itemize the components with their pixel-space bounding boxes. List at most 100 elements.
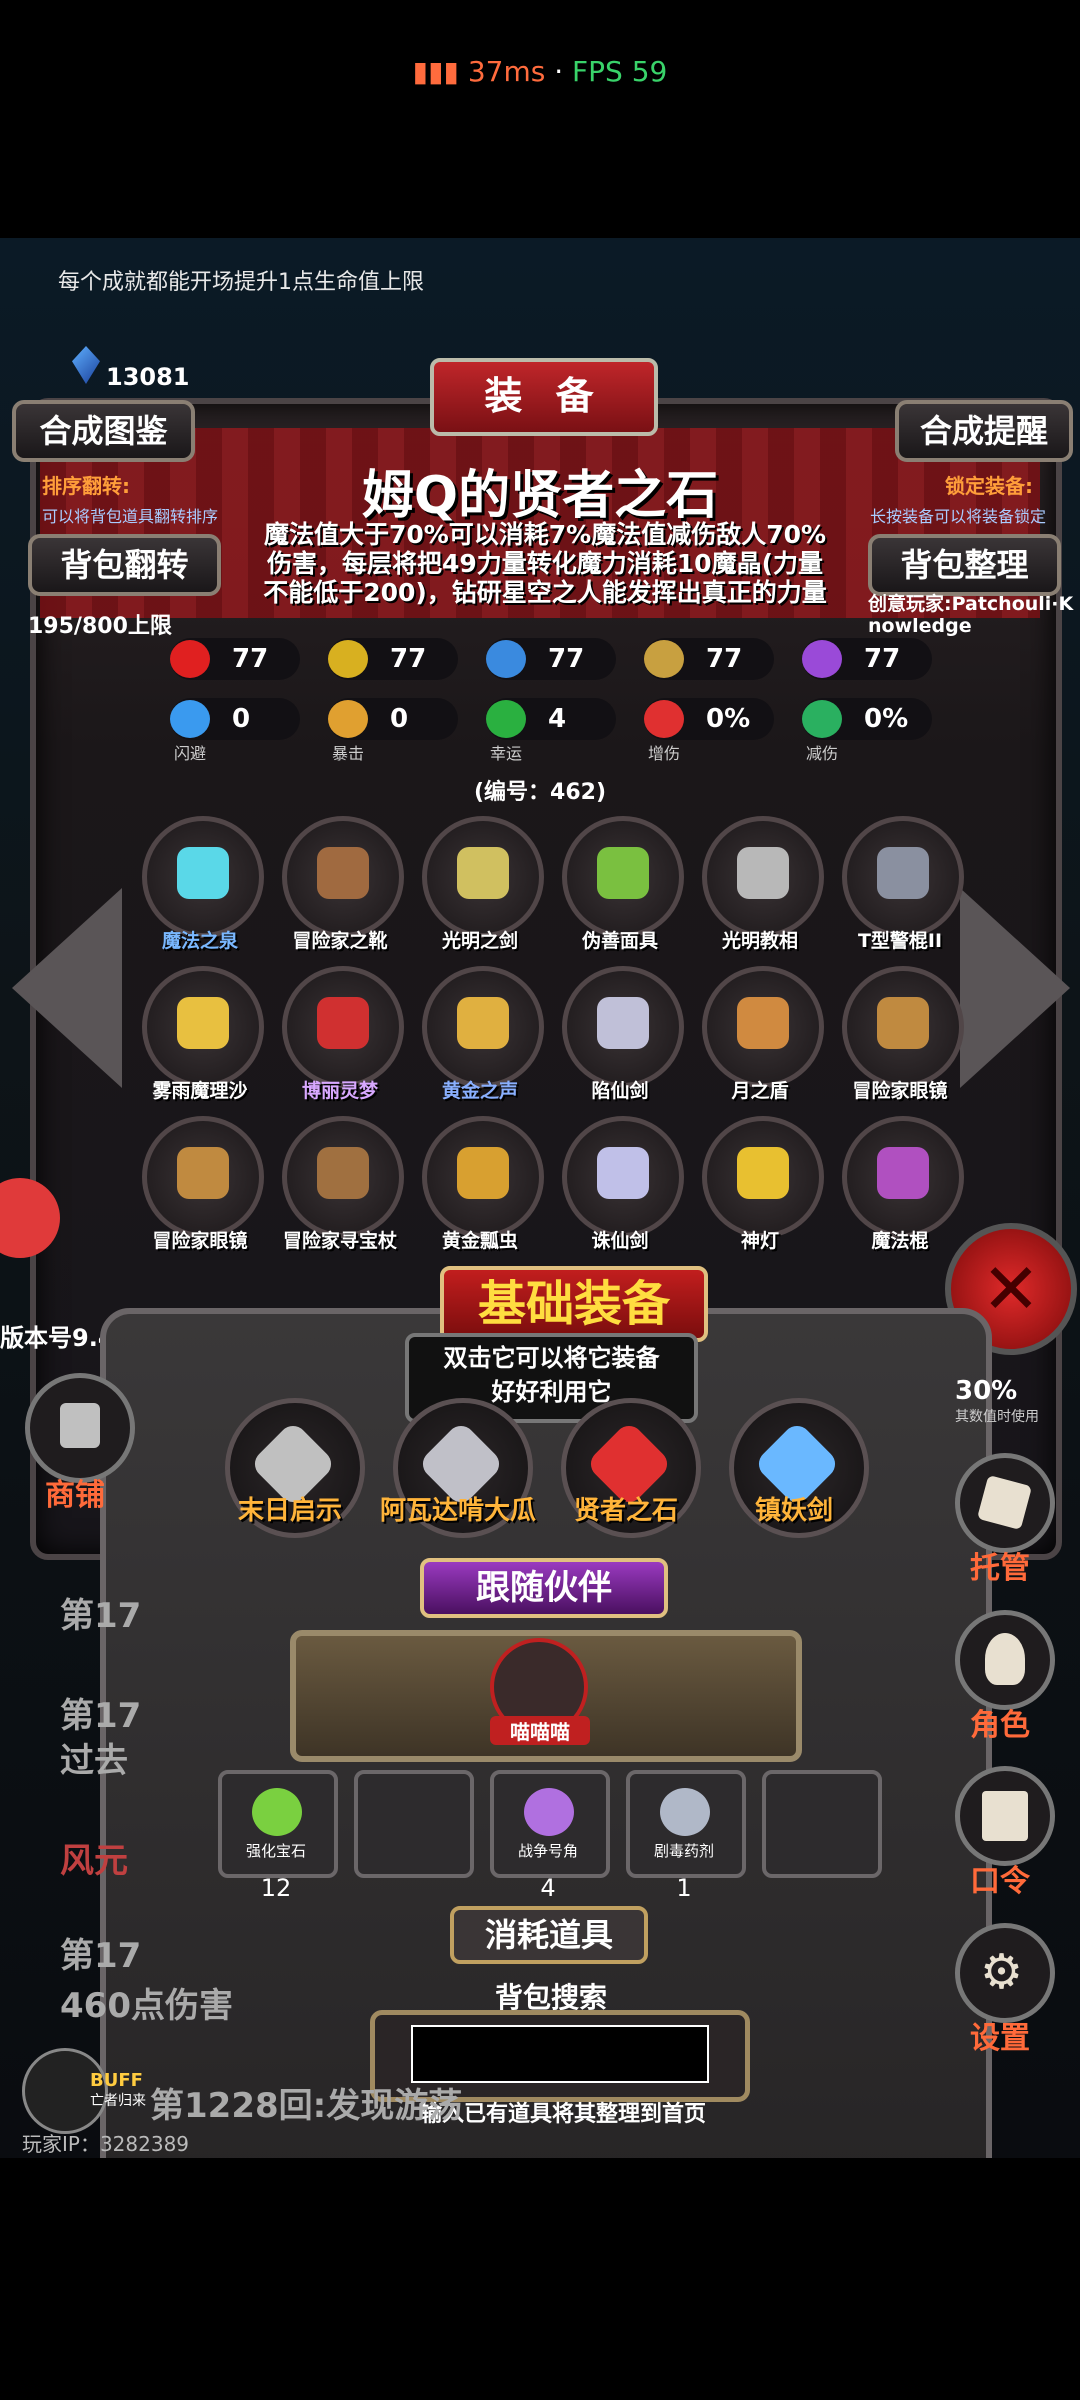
item-icon xyxy=(597,847,649,899)
sort-flip-label: 排序翻转: xyxy=(42,474,130,498)
armor-icon xyxy=(486,640,526,678)
consumables-title: 消耗道具 xyxy=(450,1906,648,1964)
code-label: 口令 xyxy=(970,1864,1030,1899)
next-page-arrow[interactable] xyxy=(960,888,1070,1088)
empty-slot[interactable] xyxy=(354,1770,474,1878)
equipped-item-label: 镇妖剑 xyxy=(754,1496,833,1526)
code-button[interactable] xyxy=(955,1766,1055,1866)
stat-value: 0 xyxy=(390,704,409,734)
prev-page-arrow[interactable] xyxy=(12,888,122,1088)
inventory-item[interactable] xyxy=(702,1116,824,1238)
compose-book-button[interactable]: 合成图鉴 xyxy=(12,400,195,462)
inventory-item[interactable] xyxy=(142,1116,264,1238)
stat-magic: 77 xyxy=(802,638,932,680)
log-line-7: 第1228回:发现游荡 xyxy=(150,2086,463,2126)
buff-label: BUFF xyxy=(90,2070,143,2091)
lock-equip-hint: 长按装备可以将装备锁定 xyxy=(870,507,1047,526)
luck-icon xyxy=(486,700,526,738)
stat-damage-down: 0% 减伤 xyxy=(802,698,932,763)
log-line-2: 第17 xyxy=(60,1696,142,1736)
inventory-item[interactable] xyxy=(142,816,264,938)
inventory-item-label: 光明之剑 xyxy=(441,930,518,952)
log-line-3: 过去 xyxy=(60,1741,128,1781)
log-line-6: 460点伤害 xyxy=(60,1986,233,2026)
inventory-item[interactable] xyxy=(422,1116,544,1238)
search-input[interactable] xyxy=(411,2025,709,2083)
creator-credit: 创意玩家:Patchouli·Knowledge xyxy=(868,593,1074,637)
manage-button[interactable] xyxy=(955,1453,1055,1553)
crystal-count: 13081 xyxy=(106,363,190,391)
stat-dodge: 0 闪避 xyxy=(170,698,300,763)
hint-line-1: 双击它可以将它装备 xyxy=(443,1344,660,1372)
search-hint: 输入已有道具将其整理到首页 xyxy=(420,2102,707,2127)
inventory-item[interactable] xyxy=(282,816,404,938)
inventory-item[interactable] xyxy=(282,966,404,1088)
player-ip: 玩家IP：3282389 xyxy=(22,2132,190,2156)
heart-icon xyxy=(170,640,210,678)
role-label: 角色 xyxy=(970,1708,1030,1743)
stat-damage-up: 0% 增伤 xyxy=(644,698,774,763)
compose-remind-button[interactable]: 合成提醒 xyxy=(895,400,1073,462)
stat-value: 77 xyxy=(390,644,427,674)
inventory-item-label: 雾雨魔理沙 xyxy=(152,1080,248,1102)
companion-name: 喵喵喵 xyxy=(490,1716,590,1745)
inventory-item[interactable] xyxy=(842,816,964,938)
inventory-item[interactable] xyxy=(422,966,544,1088)
bag-flip-button[interactable]: 背包翻转 xyxy=(28,534,221,596)
inventory-item-label: 魔法棍 xyxy=(871,1230,929,1252)
settings-button[interactable]: ⚙ xyxy=(955,1923,1055,2023)
inventory-item[interactable] xyxy=(422,816,544,938)
inventory-item-label: 博丽灵梦 xyxy=(301,1080,378,1102)
basic-equipment-title: 基础装备 xyxy=(440,1266,708,1342)
consumable-slot[interactable] xyxy=(626,1770,746,1878)
stat-crit: 0 暴击 xyxy=(328,698,458,763)
inventory-item[interactable] xyxy=(562,966,684,1088)
inventory-item[interactable] xyxy=(702,816,824,938)
lock-equip-label: 锁定装备: xyxy=(945,474,1033,498)
inventory-item[interactable] xyxy=(562,816,684,938)
manage-label: 托管 xyxy=(970,1551,1030,1586)
stat-caption: 增伤 xyxy=(647,744,680,763)
crystal-icon xyxy=(72,346,100,384)
inventory-item[interactable] xyxy=(282,1116,404,1238)
consumable-label: 剧毒药剂 xyxy=(653,1842,714,1860)
item-icon xyxy=(317,997,369,1049)
inventory-item-label: 伪善面具 xyxy=(581,930,658,952)
agility-icon xyxy=(644,640,684,678)
consumable-label: 战争号角 xyxy=(517,1842,578,1860)
consumable-slot[interactable] xyxy=(218,1770,338,1878)
consumable-slot[interactable] xyxy=(490,1770,610,1878)
game-screen: 每个成就都能开场提升1点生命值上限 13081 装 备 合成图鉴 排序翻转: 可… xyxy=(0,238,1080,2158)
inventory-item-label: 光明教相 xyxy=(721,930,798,952)
signal-icon: ▮▮▮ xyxy=(412,55,459,88)
consumable-icon xyxy=(252,1788,302,1836)
gear-icon: ⚙ xyxy=(980,1944,1024,2000)
item-icon xyxy=(317,847,369,899)
stat-value: 4 xyxy=(548,704,567,734)
empty-slot[interactable] xyxy=(762,1770,882,1878)
bag-sort-button[interactable]: 背包整理 xyxy=(868,534,1061,596)
item-description: 魔法值大于70%可以消耗7%魔法值减伤敌人70%伤害，每层将把49力量转化魔力消… xyxy=(263,520,827,607)
inventory-item[interactable] xyxy=(842,1116,964,1238)
stat-caption: 减伤 xyxy=(805,744,838,763)
item-icon xyxy=(737,997,789,1049)
stat-value: 77 xyxy=(706,644,743,674)
item-name: 姆Q的贤者之石 xyxy=(361,466,719,526)
shop-button[interactable] xyxy=(25,1373,135,1483)
stat-strength: 77 xyxy=(328,638,458,680)
ping-value: 37ms xyxy=(467,55,546,88)
consumable-icon xyxy=(524,1788,574,1836)
inventory-item[interactable] xyxy=(562,1116,684,1238)
stat-caption: 幸运 xyxy=(489,744,522,763)
role-button[interactable] xyxy=(955,1610,1055,1710)
stat-value: 77 xyxy=(864,644,901,674)
inventory-item[interactable] xyxy=(842,966,964,1088)
inventory-item[interactable] xyxy=(702,966,824,1088)
equipment-banner: 装 备 xyxy=(430,358,658,436)
item-icon xyxy=(457,997,509,1049)
damage-down-icon xyxy=(802,700,842,738)
inventory-item[interactable] xyxy=(142,966,264,1088)
stat-value: 77 xyxy=(232,644,269,674)
inventory-item-label: 冒险家之靴 xyxy=(292,930,388,952)
damage-up-icon xyxy=(644,700,684,738)
